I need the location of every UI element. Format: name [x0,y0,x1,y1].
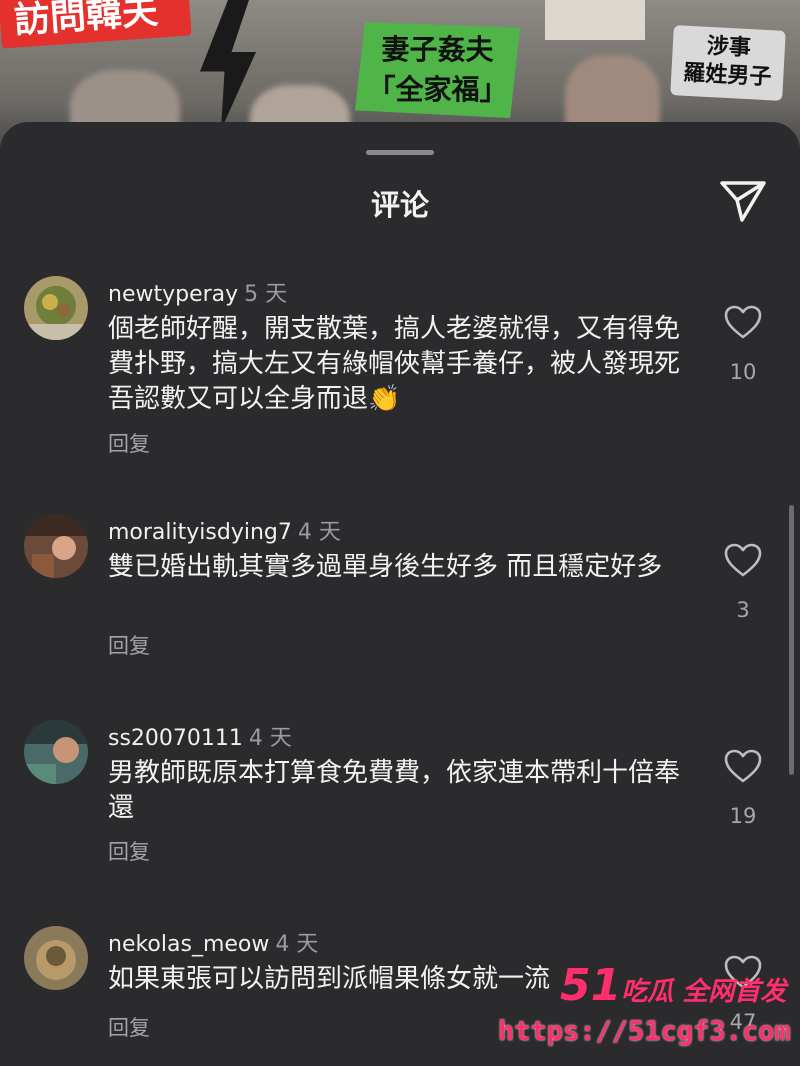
reply-button[interactable]: 回复 [108,428,150,458]
heart-icon[interactable] [723,542,763,578]
watermark-text: 吃瓜 全网首发 [621,977,787,1007]
watermark-number: 51 [560,960,622,1011]
like-count: 19 [729,804,757,828]
scrollbar[interactable] [789,505,794,775]
comment-header: newtyperay 5 天 [108,276,287,308]
comment-text: 男教師既原本打算食免費費，依家連本帶利十倍奉還 [108,758,681,823]
sheet-title: 评论 [370,188,429,222]
comment-username[interactable]: nekolas_meow [108,932,269,957]
reply-button[interactable]: 回复 [108,836,150,866]
heart-icon[interactable] [723,304,763,340]
video-caption-tag-right-line2: 羅姓男子 [682,60,772,91]
comment-header: nekolas_meow 4 天 [108,926,318,958]
avatar[interactable] [24,276,88,340]
avatar[interactable] [24,926,88,990]
video-caption-tag-right: 涉事 羅姓男子 [670,25,786,101]
reply-button[interactable]: 回复 [108,1012,150,1042]
comment-time: 4 天 [275,932,319,957]
comment-username[interactable]: moralityisdying7 [108,520,292,545]
heart-icon[interactable] [723,748,763,784]
comments-sheet: 评论 newtyperay 5 天 個老師好醒，開支散葉，搞人老婆就得，又有得免費… [0,122,800,1066]
watermark-title: 51吃瓜 全网首发 [560,960,786,1011]
video-caption-tag-center-line1: 妻子姦夫 [381,33,494,66]
comment-header: moralityisdying7 4 天 [108,514,341,546]
comment-time: 5 天 [244,282,288,307]
comment-header: ss20070111 4 天 [108,720,292,752]
avatar[interactable] [24,514,88,578]
video-caption-tag-center-line2: 「全家福」 [367,73,508,106]
watermark-url: https://51cgf3.com [498,1016,791,1047]
comment-username[interactable]: newtyperay [108,282,238,307]
paper-plane-icon[interactable] [718,178,768,224]
video-note-card [545,0,645,40]
avatar[interactable] [24,720,88,784]
comment-time: 4 天 [248,726,292,751]
reply-button[interactable]: 回复 [108,630,150,660]
sheet-drag-handle[interactable] [366,150,434,155]
video-caption-tag-left: 訪問韓夫 [0,0,192,49]
comment-text: 個老師好醒，開支散葉，搞人老婆就得，又有得免費扑野，搞大左又有綠帽俠幫手養仔，被… [108,314,681,414]
video-caption-tag-center: 妻子姦夫 「全家福」 [355,22,520,118]
comment-text: 雙已婚出軌其實多過單身後生好多 而且穩定好多 [108,552,663,582]
comment-time: 4 天 [297,520,341,545]
comment-username[interactable]: ss20070111 [108,726,243,751]
like-count: 3 [736,598,750,622]
like-count: 10 [729,360,757,384]
watermark: 51吃瓜 全网首发 https://51cgf3.com [498,960,800,1060]
